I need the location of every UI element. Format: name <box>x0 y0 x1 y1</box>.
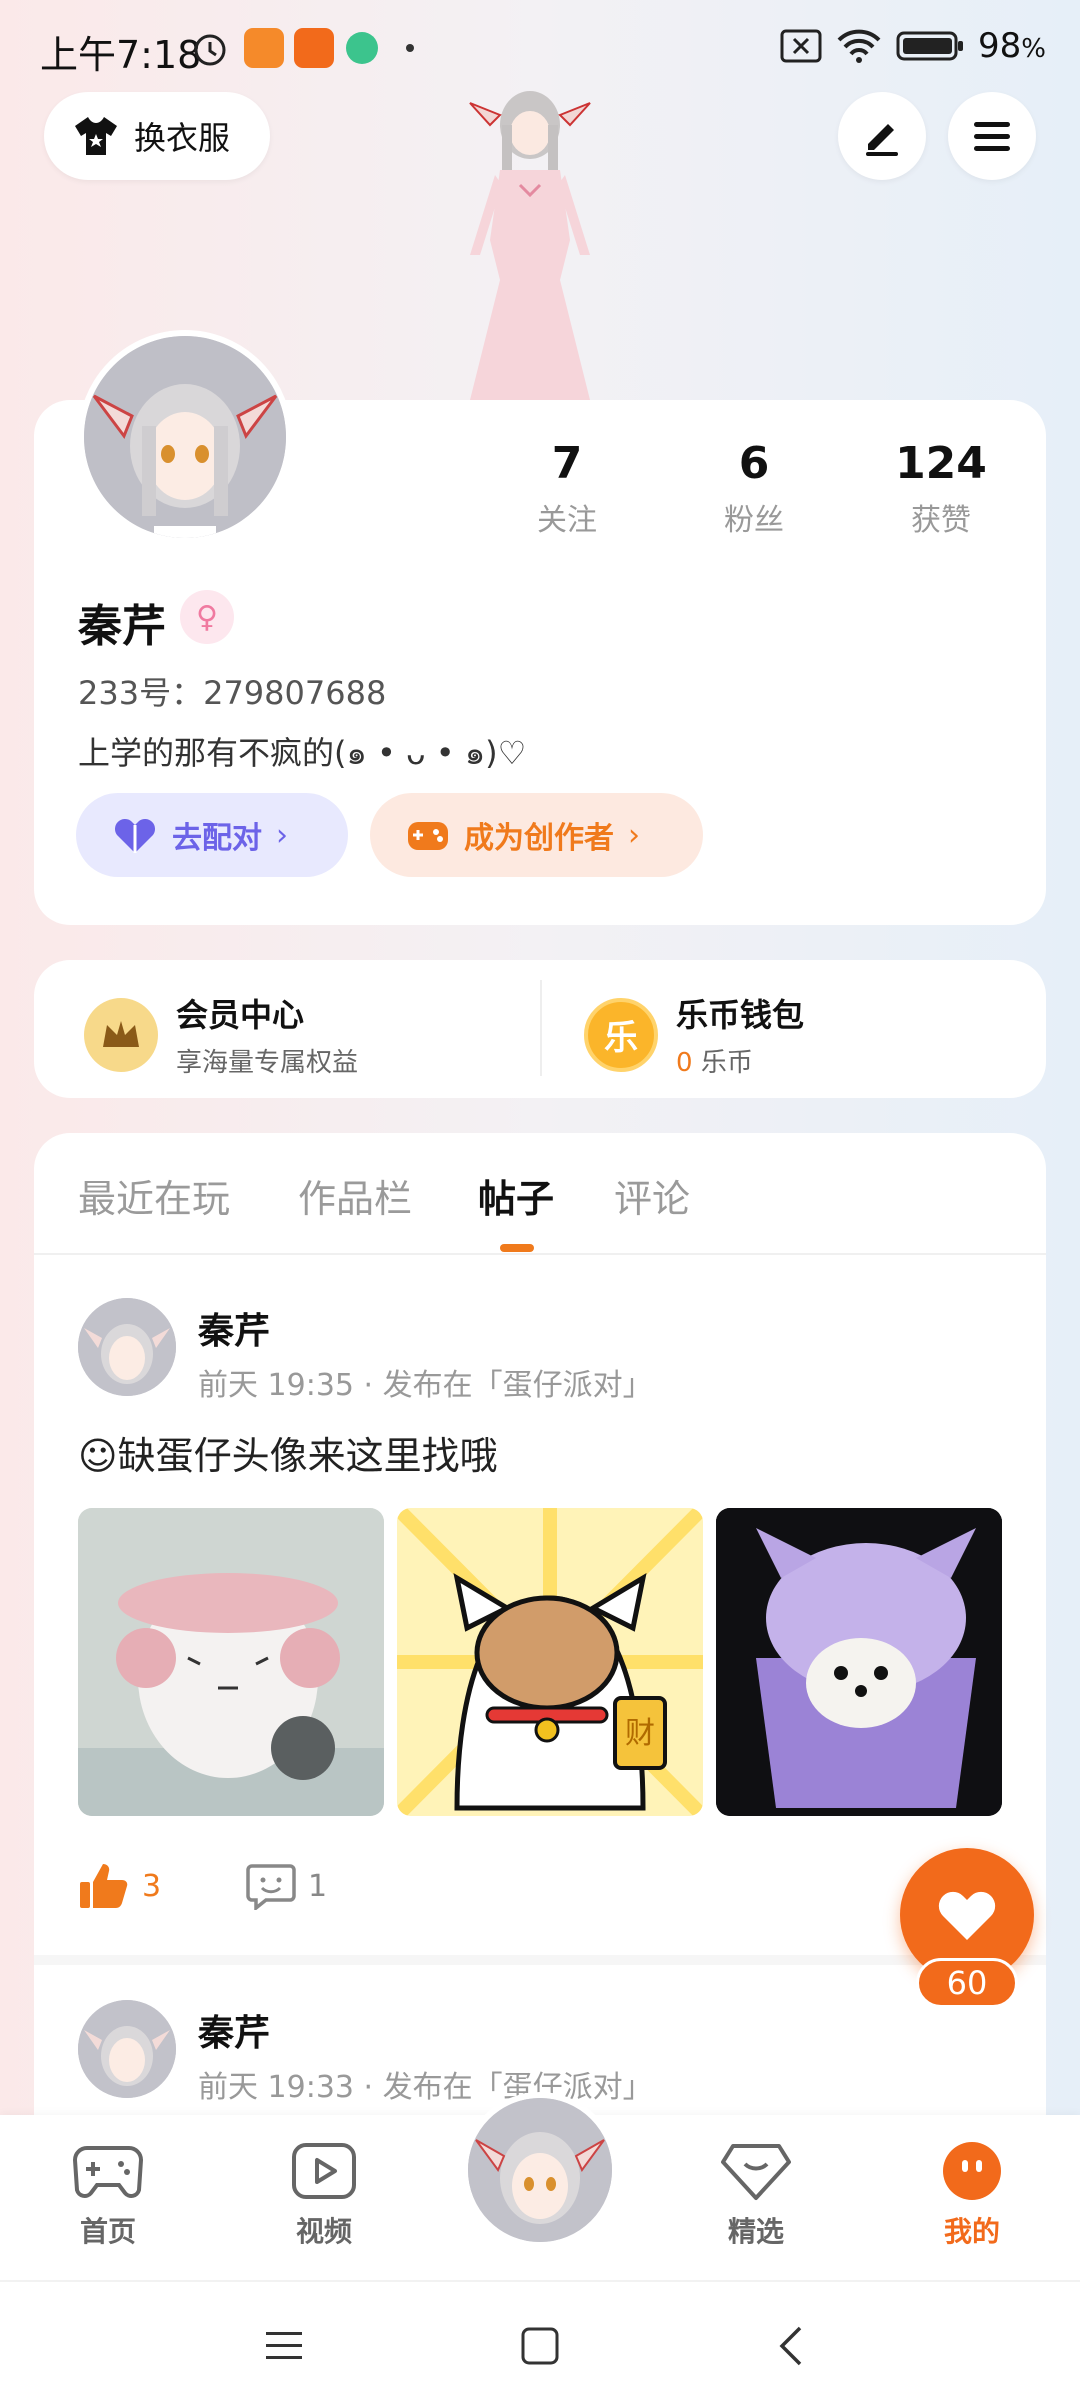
wallet-entry[interactable]: 乐 乐币钱包 0 乐币 <box>584 990 804 1079</box>
post-image-1[interactable] <box>78 1508 384 1816</box>
post-meta: 前天 19:35 · 发布在「蛋仔派对」 <box>198 1368 653 1403</box>
battery-level: 98% <box>978 26 1046 66</box>
likes-stat[interactable]: 124 获赞 <box>866 438 1016 539</box>
status-bar: 上午7:18 98% <box>0 0 1080 96</box>
crown-icon <box>84 997 158 1072</box>
female-gender-icon: ♀ <box>180 590 234 644</box>
following-count: 7 <box>551 438 583 489</box>
outfit-icon <box>75 117 117 155</box>
featured-nav-icon <box>721 2144 791 2200</box>
nav-video-label: 视频 <box>295 2215 352 2248</box>
nav-video[interactable]: 视频 <box>254 2140 394 2250</box>
tab-works[interactable]: 作品栏 <box>298 1168 412 1223</box>
member-center-entry[interactable]: 会员中心 享海量专属权益 <box>84 990 358 1079</box>
alarm-icon <box>194 34 226 66</box>
wallet-balance: 0 乐币 <box>676 1048 753 1078</box>
like-count: 3 <box>142 1868 162 1904</box>
following-label: 关注 <box>537 503 597 538</box>
profile-name: 秦芹 <box>78 601 166 652</box>
chevron-right-icon: › <box>628 817 640 853</box>
chevron-right-icon: › <box>276 817 288 853</box>
nav-center-avatar[interactable] <box>462 2092 618 2248</box>
comment-count: 1 <box>308 1868 328 1904</box>
followers-stat[interactable]: 6 粉丝 <box>679 438 829 539</box>
thumbs-up-icon <box>80 1864 128 1908</box>
become-creator-button[interactable]: 成为创作者 › <box>370 793 703 877</box>
avatar-image <box>84 336 286 538</box>
post-author-avatar[interactable] <box>78 1298 176 1396</box>
following-stat[interactable]: 7 关注 <box>492 438 642 539</box>
recent-apps-icon[interactable] <box>262 2326 306 2366</box>
member-center-subtitle: 享海量专属权益 <box>176 1048 359 1078</box>
profile-avatar[interactable] <box>78 330 292 544</box>
post-text[interactable]: ☺缺蛋仔头像来这里找哦 <box>78 1425 498 1480</box>
heart-match-icon <box>115 819 155 853</box>
app-notification-icon-2 <box>294 28 334 68</box>
sim-off-icon <box>780 29 822 63</box>
tab-comments[interactable]: 评论 <box>614 1168 690 1223</box>
system-navigation <box>0 2280 1080 2408</box>
likes-count: 124 <box>895 438 987 489</box>
wallet-title: 乐币钱包 <box>676 996 805 1034</box>
nav-featured[interactable]: 精选 <box>686 2140 826 2250</box>
nav-mine-label: 我的 <box>943 2215 1000 2248</box>
menu-button[interactable] <box>948 92 1036 180</box>
nav-home[interactable]: 首页 <box>38 2140 178 2250</box>
edit-profile-button[interactable] <box>838 92 926 180</box>
fortune-tag-text: 财 <box>625 1716 655 1751</box>
post-separator <box>34 1955 1046 1965</box>
likes-label: 获赞 <box>911 503 971 538</box>
post-author-name[interactable]: 秦芹 <box>198 1302 270 1354</box>
card-divider <box>540 980 542 1076</box>
nav-mine[interactable]: 我的 <box>902 2140 1042 2250</box>
hamburger-icon <box>974 122 1010 151</box>
app-notification-icon-3 <box>346 32 378 64</box>
member-center-title: 会员中心 <box>176 996 305 1034</box>
gamepad-nav-icon <box>72 2146 144 2198</box>
active-tab-indicator <box>500 1244 534 1252</box>
profile-uid[interactable]: 233号：279807688 <box>78 668 386 714</box>
post-author-name[interactable]: 秦芹 <box>198 2004 270 2056</box>
like-total-badge: 60 <box>916 1958 1018 2008</box>
followers-count: 6 <box>738 438 770 489</box>
status-time: 上午7:18 <box>40 33 202 77</box>
change-outfit-button[interactable]: 换衣服 <box>44 92 270 180</box>
back-icon[interactable] <box>772 2324 812 2368</box>
mine-nav-icon <box>943 2142 1001 2200</box>
nav-home-label: 首页 <box>79 2215 136 2248</box>
more-notifications-dot <box>406 44 414 52</box>
gamepad-icon <box>408 822 448 850</box>
followers-label: 粉丝 <box>724 503 784 538</box>
post-meta: 前天 19:33 · 发布在「蛋仔派对」 <box>198 2070 653 2105</box>
character-figure[interactable] <box>430 85 630 400</box>
creator-label: 成为创作者 <box>464 821 614 856</box>
post-image-3[interactable] <box>716 1508 1002 1816</box>
post-author-avatar[interactable] <box>78 2000 176 2098</box>
app-notification-icon <box>244 28 284 68</box>
pen-icon <box>866 124 898 156</box>
tab-recently-played[interactable]: 最近在玩 <box>78 1168 230 1223</box>
comment-icon <box>246 1864 296 1910</box>
home-icon[interactable] <box>518 2324 562 2368</box>
nav-featured-label: 精选 <box>727 2215 784 2248</box>
post-image-2[interactable]: 财 <box>397 1508 703 1816</box>
like-action[interactable]: 3 <box>78 1862 161 1910</box>
wifi-icon <box>837 29 881 63</box>
profile-bio: 上学的那有不疯的(๑ • ᴗ • ๑)♡ <box>78 734 527 772</box>
coin-icon: 乐 <box>584 997 658 1072</box>
battery-icon <box>896 31 964 61</box>
video-nav-icon <box>292 2143 356 2199</box>
comment-action[interactable]: 1 <box>246 1862 327 1910</box>
tab-posts[interactable]: 帖子 <box>478 1168 554 1223</box>
status-right: 98% <box>780 26 1046 66</box>
match-label: 去配对 <box>172 821 262 856</box>
change-outfit-label: 换衣服 <box>134 119 231 157</box>
match-button[interactable]: 去配对 › <box>76 793 348 877</box>
tabs-divider <box>34 1253 1046 1255</box>
heart-icon <box>938 1891 996 1940</box>
